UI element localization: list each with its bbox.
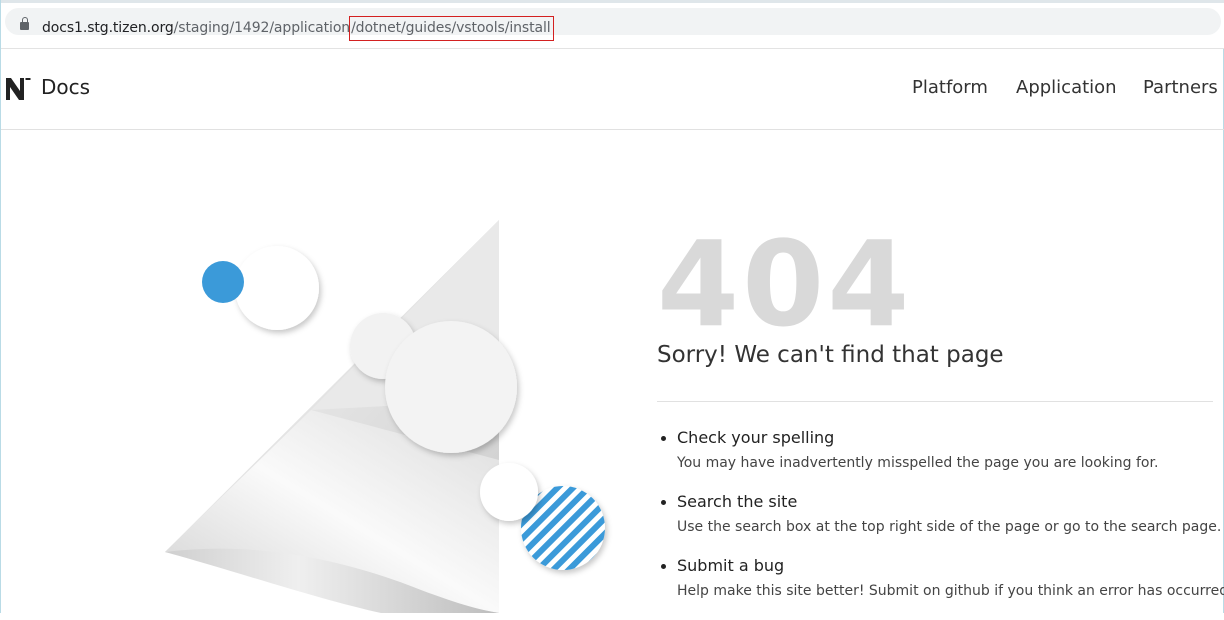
list-item: Submit a bug Help make this site better!…: [657, 556, 1224, 620]
white-circle-1: [235, 246, 319, 330]
lock-icon[interactable]: [20, 17, 29, 30]
tip-description: You may have inadvertently misspelled th…: [677, 455, 1159, 471]
tip-title: Submit a bug: [677, 556, 785, 575]
url-text[interactable]: docs1.stg.tizen.org/staging/1492/applica…: [42, 16, 554, 41]
tips-list: Check your spelling You may have inadver…: [657, 428, 1224, 620]
tip-description: Help make this site better! Submit on gi…: [677, 583, 1224, 599]
white-circle-3: [385, 321, 517, 453]
404-illustration: [165, 220, 605, 613]
url-highlighted-path: /dotnet/guides/vstools/install: [349, 16, 554, 41]
url-path: /staging/1492/application: [173, 20, 351, 36]
bullet: [661, 500, 666, 505]
site-header: Docs Platform Application Partners: [1, 49, 1224, 130]
error-message: Sorry! We can't find that page: [657, 342, 1004, 368]
url-host: docs1.stg.tizen.org: [42, 20, 174, 36]
blue-dot: [202, 261, 244, 303]
nav-item-partners[interactable]: Partners: [1143, 77, 1218, 98]
error-code: 404: [657, 215, 913, 353]
url-field[interactable]: docs1.stg.tizen.org/staging/1492/applica…: [5, 8, 1221, 41]
list-item: Search the site Use the search box at th…: [657, 492, 1224, 556]
tip-title: Check your spelling: [677, 428, 835, 447]
tip-title: Search the site: [677, 492, 798, 511]
bullet: [661, 564, 666, 569]
tizen-logo-icon[interactable]: [5, 77, 31, 101]
brand-title[interactable]: Docs: [41, 75, 90, 99]
divider: [657, 401, 1213, 402]
browser-address-bar: docs1.stg.tizen.org/staging/1492/applica…: [1, 0, 1224, 49]
list-item: Check your spelling You may have inadver…: [657, 428, 1224, 492]
browser-top-edge: [1, 0, 1224, 3]
nav-item-platform[interactable]: Platform: [912, 77, 988, 98]
white-circle-4: [480, 463, 538, 521]
nav-item-application[interactable]: Application: [1016, 77, 1117, 98]
bullet: [661, 436, 666, 441]
tip-description: Use the search box at the top right side…: [677, 519, 1222, 535]
